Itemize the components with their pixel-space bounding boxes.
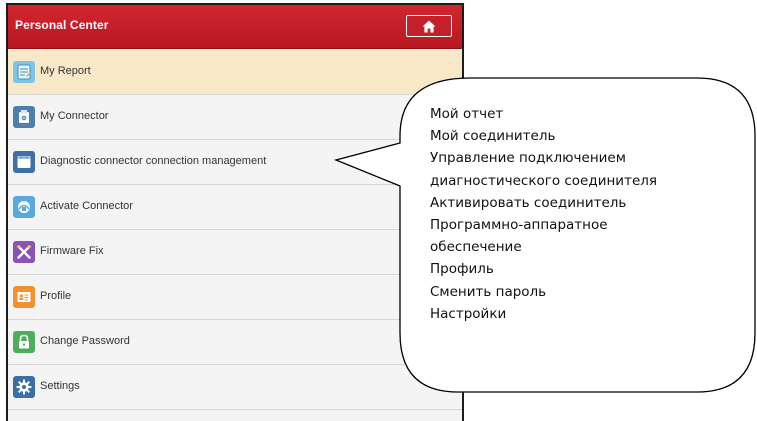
stage: Personal Center My Report My Connector D…: [0, 0, 757, 421]
callout-line: Управление подключением: [430, 150, 626, 167]
callout-line: Мой соединитель: [430, 128, 556, 145]
callout-line: Профиль: [430, 261, 494, 278]
callout-line: диагностического соединителя: [430, 172, 657, 189]
callout-line: Настройки: [430, 305, 507, 322]
callout-line: Сменить пароль: [430, 283, 547, 300]
callout-line: обеспечение: [430, 239, 522, 256]
callout-line: Активировать соединитель: [430, 194, 627, 211]
callout-text: Мой отчет Мой соединитель Управление под…: [430, 103, 657, 325]
callout-line: Мой отчет: [430, 106, 504, 122]
callout-line: Программно-аппаратное: [430, 217, 608, 234]
